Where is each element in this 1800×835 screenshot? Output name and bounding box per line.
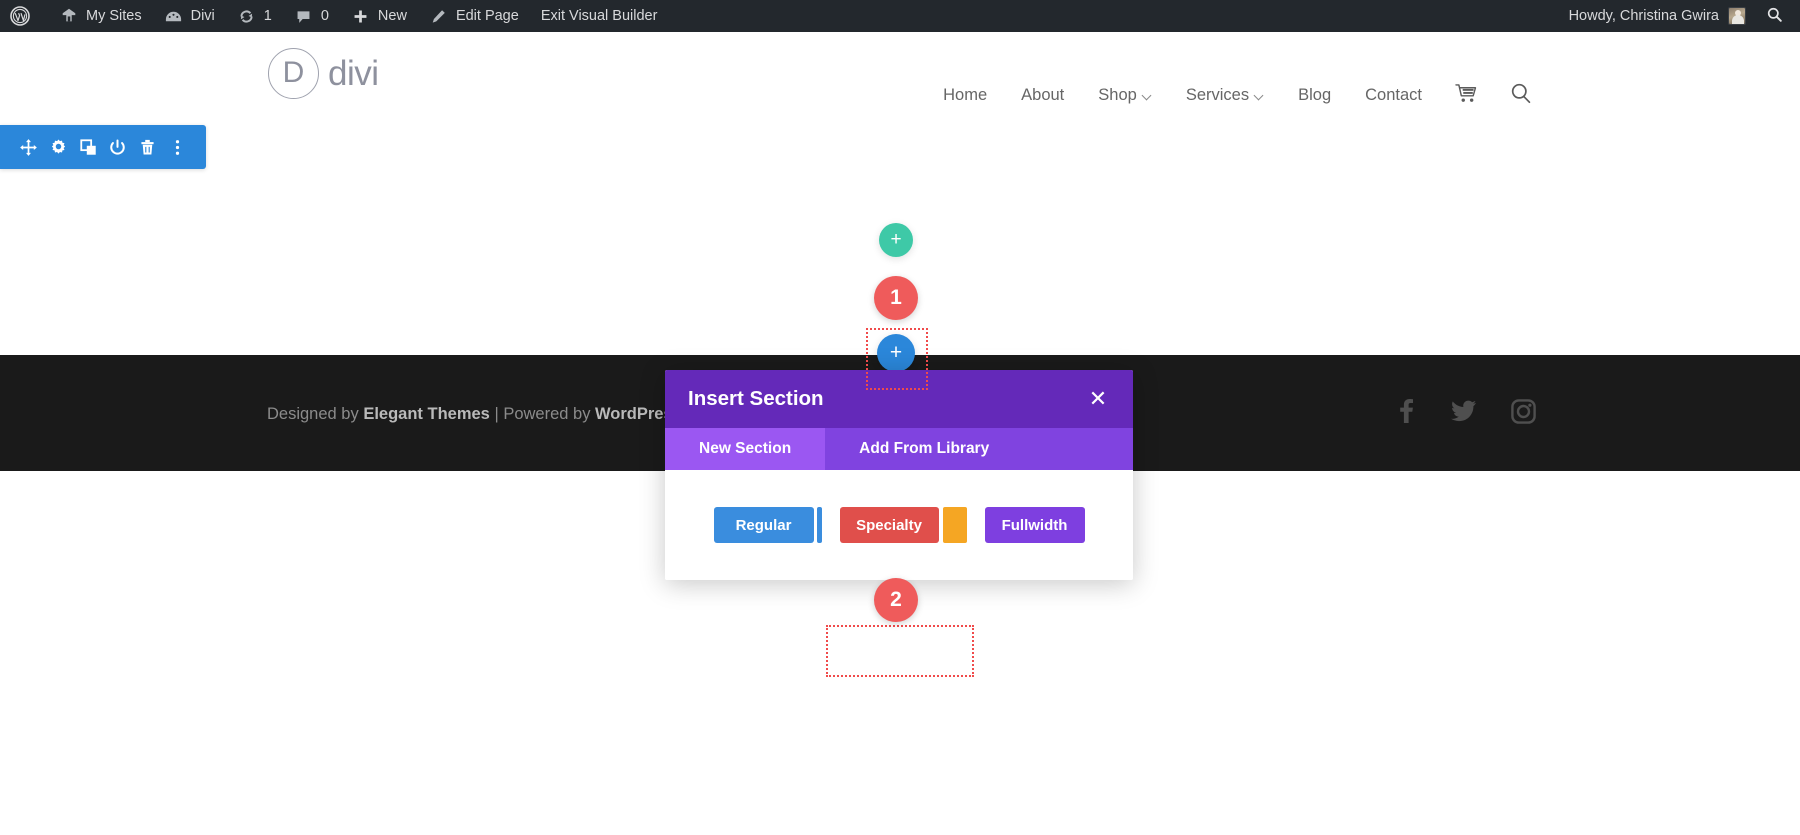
plus-icon: + <box>889 341 903 364</box>
nav-item-about-label: About <box>1021 86 1065 104</box>
admin-bar-divi-label: Divi <box>190 8 215 24</box>
admin-bar-updates[interactable]: 1 <box>226 0 283 32</box>
admin-bar-search-button[interactable] <box>1756 0 1792 32</box>
section-type-choices: Regular Specialty Fullwidth <box>713 507 1085 543</box>
chevron-down-icon <box>1255 92 1264 101</box>
builder-canvas: Designed by Elegant Themes | Powered by … <box>0 111 1800 835</box>
nav-item-blog-label: Blog <box>1298 86 1332 104</box>
footer-credit: Designed by Elegant Themes | Powered by … <box>267 405 682 424</box>
admin-bar-wordpress-logo[interactable] <box>0 0 48 32</box>
admin-bar-my-sites[interactable]: My Sites <box>48 0 153 32</box>
search-icon <box>1510 82 1532 109</box>
admin-bar-new[interactable]: New <box>340 0 418 32</box>
footer-credit-mid: | Powered by <box>489 405 596 423</box>
updates-icon <box>237 6 257 26</box>
plus-icon: + <box>890 229 902 250</box>
admin-bar-howdy[interactable]: Howdy, Christina Gwira <box>1559 7 1756 25</box>
wp-admin-bar: My Sites Divi 1 0 New Edit Page Exit Vis… <box>0 0 1800 32</box>
avatar <box>1728 7 1746 25</box>
modal-tabs: New Section Add From Library <box>665 428 1133 470</box>
admin-bar-comments[interactable]: 0 <box>283 0 340 32</box>
regular-section-group[interactable]: Regular <box>713 507 822 543</box>
nav-item-home[interactable]: Home <box>926 86 1004 105</box>
admin-bar-exit-visual-builder[interactable]: Exit Visual Builder <box>530 0 669 32</box>
admin-bar-edit-page[interactable]: Edit Page <box>418 0 530 32</box>
modal-title: Insert Section <box>688 387 824 410</box>
comments-icon <box>294 6 314 26</box>
admin-bar-updates-count: 1 <box>263 8 272 24</box>
twitter-icon[interactable] <box>1451 400 1477 422</box>
tab-add-from-library[interactable]: Add From Library <box>825 428 1023 470</box>
chevron-down-icon <box>1143 92 1152 101</box>
admin-bar-edit-page-label: Edit Page <box>455 8 519 24</box>
main-navigation: Home About Shop Services Blog Contact <box>926 82 1548 109</box>
instagram-icon[interactable] <box>1511 398 1536 424</box>
wordpress-logo-icon <box>10 6 30 26</box>
gear-icon[interactable] <box>45 134 71 160</box>
close-icon[interactable]: ✕ <box>1086 387 1110 411</box>
specialty-section-button[interactable]: Specialty <box>839 507 939 543</box>
specialty-section-group[interactable]: Specialty <box>839 507 967 543</box>
annotation-badge-1: 1 <box>874 276 918 320</box>
save-to-library-icon[interactable] <box>105 134 131 160</box>
nav-item-home-label: Home <box>943 86 988 104</box>
nav-item-about[interactable]: About <box>1004 86 1081 105</box>
nav-item-shop-label: Shop <box>1098 86 1137 104</box>
admin-bar-my-sites-label: My Sites <box>86 8 142 24</box>
search-icon <box>1766 6 1783 27</box>
admin-bar-howdy-label: Howdy, Christina Gwira <box>1568 8 1719 24</box>
admin-bar-new-label: New <box>377 8 407 24</box>
nav-item-services-label: Services <box>1185 86 1250 104</box>
fullwidth-section-button[interactable]: Fullwidth <box>984 507 1085 543</box>
tab-new-section[interactable]: New Section <box>665 428 826 470</box>
nav-item-shop[interactable]: Shop <box>1081 86 1169 105</box>
cart-button[interactable] <box>1439 83 1494 109</box>
footer-credit-prefix: Designed by <box>267 405 364 423</box>
modal-body: Regular Specialty Fullwidth <box>665 470 1133 580</box>
fullwidth-section-group[interactable]: Fullwidth <box>984 507 1085 543</box>
my-sites-icon <box>59 6 79 26</box>
footer-credit-brand: Elegant Themes <box>363 405 490 423</box>
admin-bar-exit-visual-builder-label: Exit Visual Builder <box>540 8 658 24</box>
add-section-above-button[interactable]: + <box>879 223 913 257</box>
plus-icon <box>351 6 371 26</box>
divi-gauge-icon <box>164 6 184 26</box>
shopping-cart-icon <box>1455 83 1478 109</box>
annotation-badge-2: 2 <box>874 578 918 622</box>
more-options-icon[interactable] <box>164 134 190 160</box>
admin-bar-divi[interactable]: Divi <box>153 0 226 32</box>
divi-logo-mark-icon: D <box>268 48 319 99</box>
visual-builder-page: My Sites Divi 1 0 New Edit Page Exit Vis… <box>0 0 1800 835</box>
divi-logo-letter: D <box>282 55 305 89</box>
nav-item-services[interactable]: Services <box>1169 86 1281 105</box>
facebook-icon[interactable] <box>1395 398 1417 424</box>
footer-social-links <box>1395 398 1536 424</box>
pencil-icon <box>429 6 449 26</box>
specialty-section-accent-bar <box>942 507 967 543</box>
regular-section-accent-bar <box>816 507 822 543</box>
highlight-box-specialty-section <box>826 625 974 677</box>
duplicate-icon[interactable] <box>75 134 101 160</box>
insert-section-modal: Insert Section ✕ New Section Add From Li… <box>665 370 1133 580</box>
nav-item-contact[interactable]: Contact <box>1348 86 1439 105</box>
nav-item-blog[interactable]: Blog <box>1281 86 1348 105</box>
modal-header: Insert Section ✕ <box>665 370 1133 428</box>
site-header: D divi Home About Shop Services Blog Con… <box>0 32 1800 111</box>
admin-bar-left-group: My Sites Divi 1 0 New Edit Page Exit Vis… <box>0 0 668 32</box>
site-logo[interactable]: D divi <box>268 48 379 99</box>
section-settings-toolbar <box>0 125 206 169</box>
move-icon[interactable] <box>16 134 42 160</box>
admin-bar-comments-count: 0 <box>320 8 329 24</box>
site-search-button[interactable] <box>1494 82 1548 109</box>
regular-section-button[interactable]: Regular <box>713 507 814 543</box>
admin-bar-right-group: Howdy, Christina Gwira <box>1559 0 1800 32</box>
blue-add-section-button[interactable]: + <box>877 334 915 372</box>
divi-logo-text: divi <box>328 53 379 93</box>
trash-icon[interactable] <box>134 134 160 160</box>
nav-item-contact-label: Contact <box>1365 86 1422 104</box>
